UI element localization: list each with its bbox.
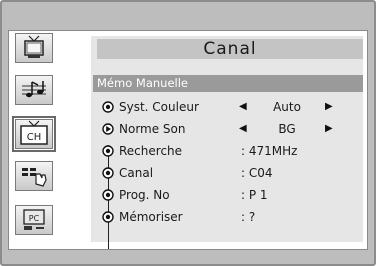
radio-bullet-icon <box>102 101 114 113</box>
right-arrow-icon[interactable]: ▶ <box>325 98 333 116</box>
tv-picture-icon <box>24 35 44 58</box>
row-label: Canal <box>119 166 154 180</box>
menu-row-norme-son[interactable]: Norme Son ◀ BG ▶ <box>93 120 363 138</box>
svg-text:PC: PC <box>29 214 40 223</box>
page-title: Canal <box>203 39 257 59</box>
radio-bullet-icon <box>102 211 114 223</box>
menu-row-prog-no[interactable]: Prog. No : P 1 <box>93 186 363 204</box>
osd-frame: CH PC Canal Mémo Manuelle Syst. Couleur … <box>0 0 376 266</box>
section-header: Mémo Manuelle <box>93 75 363 92</box>
row-label: Mémoriser <box>119 210 183 224</box>
menu-row-syst-couleur[interactable]: Syst. Couleur ◀ Auto ▶ <box>93 98 363 116</box>
row-value: : ? <box>241 210 256 224</box>
row-label: Syst. Couleur <box>119 100 199 114</box>
row-label: Norme Son <box>119 122 186 136</box>
play-bullet-icon <box>102 123 114 135</box>
left-arrow-icon[interactable]: ◀ <box>239 120 247 138</box>
pc-icon: PC <box>23 209 45 230</box>
music-note-icon <box>22 81 46 98</box>
right-arrow-icon[interactable]: ▶ <box>325 120 333 138</box>
menu-panel: CH PC Canal Mémo Manuelle Syst. Couleur … <box>8 30 368 250</box>
radio-bullet-icon <box>102 167 114 179</box>
radio-bullet-icon <box>102 145 114 157</box>
row-label: Recherche <box>119 144 183 158</box>
row-value: : P 1 <box>241 188 268 202</box>
sidebar: CH PC <box>12 33 69 245</box>
row-value: : 471MHz <box>241 144 298 158</box>
row-label: Prog. No <box>119 188 170 202</box>
section-title: Mémo Manuelle <box>97 76 188 90</box>
svg-text:CH: CH <box>27 132 42 143</box>
radio-bullet-icon <box>102 189 114 201</box>
hand-setup-icon <box>22 168 47 187</box>
row-value: : C04 <box>241 166 273 180</box>
sidebar-item-sound[interactable] <box>15 75 53 105</box>
row-value: BG <box>278 122 296 136</box>
channel-ch-icon: CH <box>20 120 48 145</box>
sidebar-item-pc[interactable]: PC <box>15 205 53 235</box>
sidebar-item-picture[interactable] <box>15 33 53 63</box>
sidebar-item-setup[interactable] <box>15 161 53 191</box>
menu-row-memoriser[interactable]: Mémoriser : ? <box>93 208 363 226</box>
title-bar: Canal <box>97 39 363 59</box>
menu-row-recherche[interactable]: Recherche : 471MHz <box>93 142 363 160</box>
left-arrow-icon[interactable]: ◀ <box>239 98 247 116</box>
menu-row-canal[interactable]: Canal : C04 <box>93 164 363 182</box>
row-value: Auto <box>273 100 301 114</box>
sidebar-item-channel[interactable]: CH <box>12 116 56 152</box>
